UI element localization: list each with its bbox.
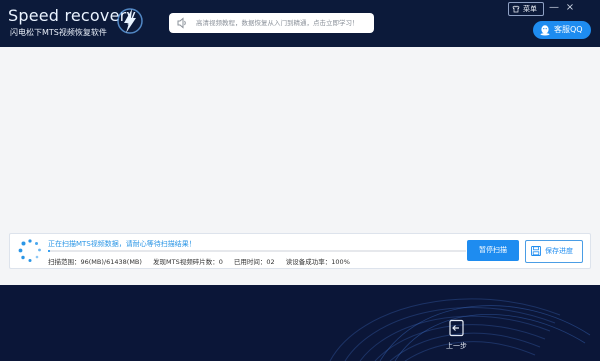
qq-label: 客服QQ bbox=[554, 25, 583, 34]
notice-text[interactable]: 高清视频教程，数据恢复从入门到精通，点击立即学习！ bbox=[196, 17, 359, 27]
speaker-icon bbox=[177, 17, 186, 29]
floppy-disk-icon bbox=[531, 246, 541, 256]
scan-progress-fill bbox=[48, 250, 51, 252]
qq-penguin-icon bbox=[540, 25, 550, 36]
scan-status-text: 正在扫描MTS视频数据，请耐心等待扫描结果！ bbox=[48, 240, 196, 248]
swirl-decoration bbox=[329, 298, 591, 361]
scan-progress-bar bbox=[48, 250, 466, 252]
scan-range: 扫描范围：96(MB)/61438(MB) bbox=[48, 258, 142, 266]
previous-step-label: 上一步 bbox=[446, 342, 467, 350]
scan-panel: 正在扫描MTS视频数据，请耐心等待扫描结果！ 扫描范围：96(MB)/61438… bbox=[9, 233, 591, 269]
previous-step-button[interactable]: 上一步 bbox=[446, 319, 470, 353]
app-header: Speed recovery 闪电松下MTS视频恢复软件 高清视频教程，数据恢复… bbox=[0, 0, 600, 47]
read-success-rate: 读设备成功率：100% bbox=[285, 258, 350, 266]
menu-button[interactable]: 菜单 bbox=[508, 2, 544, 16]
app-logo: Speed recovery 闪电松下MTS视频恢复软件 bbox=[8, 6, 136, 42]
main-area: 正在扫描MTS视频数据，请耐心等待扫描结果！ 扫描范围：96(MB)/61438… bbox=[0, 47, 600, 285]
exit-door-icon bbox=[449, 319, 464, 337]
save-progress-label: 保存进度 bbox=[545, 247, 573, 255]
scan-stats: 扫描范围：96(MB)/61438(MB) 发现MTS视频碎片数：0 已用时间：… bbox=[48, 256, 359, 266]
menu-label: 菜单 bbox=[523, 5, 537, 13]
save-progress-button[interactable]: 保存进度 bbox=[525, 240, 583, 263]
loading-spinner-icon bbox=[18, 239, 41, 262]
footer-bar: 上一步 bbox=[0, 285, 600, 361]
pause-scan-button[interactable]: 暂停扫描 bbox=[467, 240, 519, 261]
elapsed-time: 已用时间：02 bbox=[233, 258, 275, 266]
lightning-bolt-icon bbox=[117, 8, 143, 34]
found-count: 发现MTS视频碎片数：0 bbox=[153, 258, 223, 266]
notice-bar[interactable]: 高清视频教程，数据恢复从入门到精通，点击立即学习！ bbox=[169, 13, 374, 33]
qq-support-button[interactable]: 客服QQ bbox=[533, 21, 591, 39]
close-button[interactable]: × bbox=[564, 2, 576, 14]
logo-subtitle: 闪电松下MTS视频恢复软件 bbox=[10, 28, 107, 37]
minimize-button[interactable]: — bbox=[548, 2, 560, 14]
shirt-icon bbox=[512, 5, 520, 13]
